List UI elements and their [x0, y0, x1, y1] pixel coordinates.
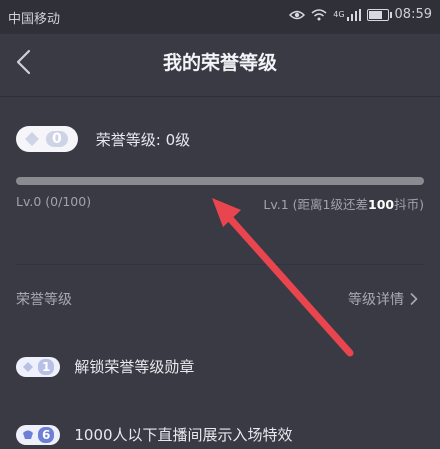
page-title: 我的荣誉等级	[162, 52, 277, 74]
progress-current-label: Lv.0 (0/100)	[16, 194, 92, 209]
section-title: 荣誉等级	[16, 292, 72, 308]
diamond-icon	[25, 132, 39, 146]
honor-section-header: 荣誉等级 等级详情	[0, 287, 440, 313]
eye-icon	[289, 10, 306, 19]
nav-bar: 我的荣誉等级	[0, 34, 440, 90]
section-divider	[16, 264, 424, 265]
carrier-name: 中国移动	[8, 12, 61, 27]
perk-level-badge: 6	[16, 424, 61, 445]
chevron-right-icon	[410, 293, 418, 305]
perk-level-number: 6	[38, 426, 55, 443]
shield-icon	[23, 430, 33, 439]
progress-next-suffix: 抖币)	[394, 197, 424, 212]
level-details-link[interactable]: 等级详情	[348, 289, 418, 309]
perk-item: 1 解锁荣誉等级勋章	[16, 356, 194, 377]
perk-description: 解锁荣誉等级勋章	[74, 358, 195, 376]
perk-item: 6 1000人以下直播间展示入场特效	[16, 424, 293, 445]
progress-remaining-amount: 100	[368, 197, 395, 212]
current-level-row: 0 荣誉等级: 0级	[16, 126, 190, 152]
perk-description: 1000人以下直播间展示入场特效	[74, 426, 293, 444]
diamond-icon	[23, 361, 33, 372]
level-progress-bar	[16, 177, 424, 185]
level-details-label: 等级详情	[348, 292, 404, 308]
perk-level-badge: 1	[16, 356, 61, 377]
signal-icon	[346, 8, 361, 21]
progress-next-prefix: Lv.1 (距离1级还差	[263, 197, 369, 212]
honor-level-label: 荣誉等级: 0级	[95, 130, 191, 149]
badge-level-number: 0	[46, 131, 68, 147]
network-type-label: 4G	[333, 10, 345, 19]
wifi-icon	[311, 8, 327, 20]
honor-level-badge: 0	[16, 126, 78, 152]
header-divider	[0, 96, 440, 97]
battery-icon	[366, 8, 392, 21]
status-icons: 4G 08:59	[289, 7, 432, 22]
progress-next-label: Lv.1 (距离1级还差100抖币)	[263, 194, 424, 213]
status-bar: 中国移动 4G 08:59	[0, 0, 440, 34]
status-time: 08:59	[394, 7, 432, 22]
perk-level-number: 1	[38, 358, 55, 375]
